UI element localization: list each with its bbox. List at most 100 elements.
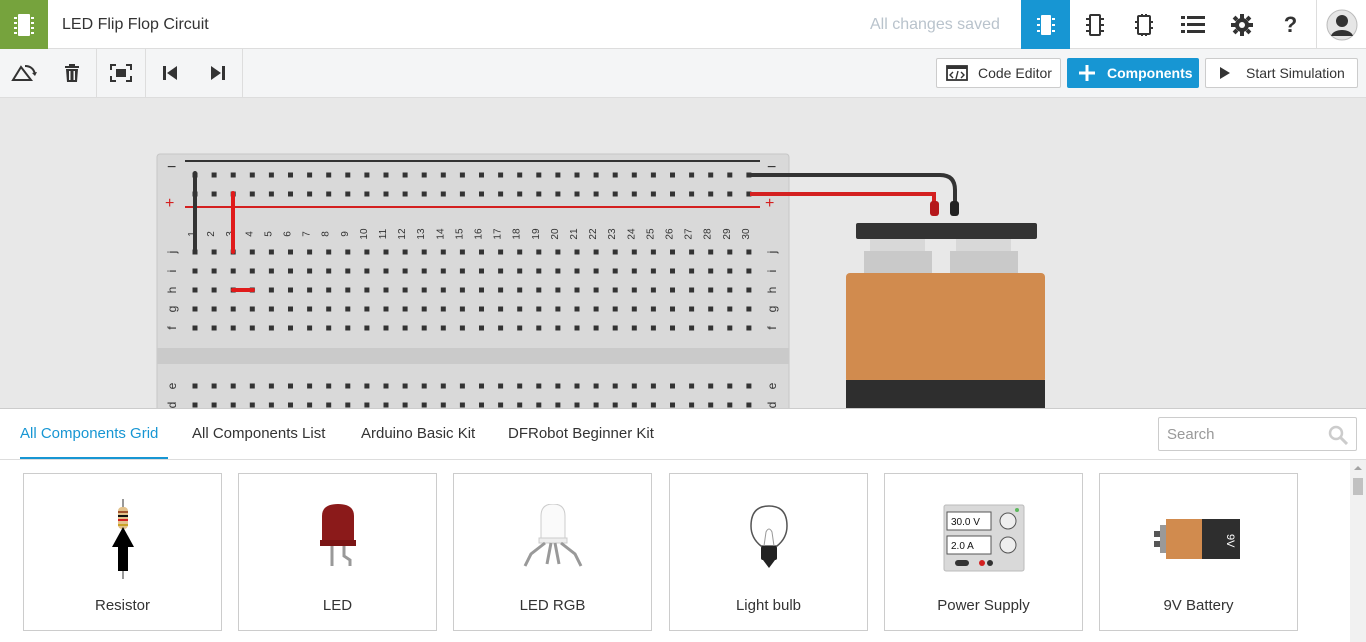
circuit-canvas[interactable]: 1 2 3 4 5 6 7 8 9 10 11 12 13 14 15 16 17 18 19 20 21 22 23 24 2… — [0, 98, 1366, 408]
terminal-hole[interactable] — [268, 268, 274, 274]
terminal-hole[interactable] — [364, 383, 370, 389]
terminal-hole[interactable] — [612, 306, 618, 312]
terminal-hole[interactable] — [727, 287, 733, 293]
minus-rail-hole[interactable] — [536, 172, 542, 178]
plus-rail-hole[interactable] — [727, 191, 733, 197]
terminal-hole[interactable] — [650, 383, 656, 389]
search-icon[interactable] — [1328, 425, 1348, 445]
terminal-hole[interactable] — [383, 306, 389, 312]
plus-rail-hole[interactable] — [402, 191, 408, 197]
terminal-hole[interactable] — [574, 402, 580, 408]
terminal-hole[interactable] — [593, 268, 599, 274]
terminal-hole[interactable] — [650, 306, 656, 312]
terminal-hole[interactable] — [517, 325, 523, 331]
terminal-hole[interactable] — [727, 306, 733, 312]
minus-rail-hole[interactable] — [421, 172, 427, 178]
terminal-hole[interactable] — [689, 383, 695, 389]
circuit-view-button[interactable] — [1021, 0, 1070, 49]
terminal-hole[interactable] — [268, 306, 274, 312]
terminal-hole[interactable] — [307, 268, 313, 274]
terminal-hole[interactable] — [211, 268, 217, 274]
terminal-hole[interactable] — [708, 383, 714, 389]
panel-scrollbar[interactable] — [1350, 460, 1366, 642]
terminal-hole[interactable] — [230, 268, 236, 274]
terminal-hole[interactable] — [364, 325, 370, 331]
plus-rail-hole[interactable] — [555, 191, 561, 197]
terminal-hole[interactable] — [574, 268, 580, 274]
terminal-hole[interactable] — [192, 306, 198, 312]
terminal-hole[interactable] — [345, 249, 351, 255]
terminal-hole[interactable] — [498, 383, 504, 389]
terminal-hole[interactable] — [307, 325, 313, 331]
terminal-hole[interactable] — [383, 268, 389, 274]
terminal-hole[interactable] — [498, 325, 504, 331]
terminal-hole[interactable] — [383, 287, 389, 293]
terminal-hole[interactable] — [727, 268, 733, 274]
terminal-hole[interactable] — [708, 306, 714, 312]
terminal-hole[interactable] — [440, 306, 446, 312]
terminal-hole[interactable] — [345, 287, 351, 293]
terminal-hole[interactable] — [479, 287, 484, 293]
terminal-hole[interactable] — [459, 306, 465, 312]
terminal-hole[interactable] — [670, 287, 675, 293]
tab-arduino-basic-kit[interactable]: Arduino Basic Kit — [361, 425, 475, 442]
terminal-hole[interactable] — [192, 287, 198, 293]
positive-clip[interactable] — [930, 201, 939, 216]
schematic-view-button[interactable] — [1070, 0, 1119, 49]
terminal-hole[interactable] — [249, 383, 255, 389]
terminal-hole[interactable] — [517, 306, 523, 312]
terminal-hole[interactable] — [440, 325, 446, 331]
component-card-power-supply[interactable]: 30.0 V 2.0 A Power Supply — [884, 473, 1083, 631]
component-card-led[interactable]: LED — [238, 473, 437, 631]
terminal-hole[interactable] — [746, 402, 752, 408]
breadboard[interactable]: 1 2 3 4 5 6 7 8 9 10 11 12 13 14 15 16 17 18 19 20 21 22 23 24 2… — [156, 153, 790, 408]
terminal-hole[interactable] — [479, 268, 484, 274]
terminal-hole[interactable] — [631, 325, 637, 331]
terminal-hole[interactable] — [498, 287, 504, 293]
terminal-hole[interactable] — [650, 402, 656, 408]
terminal-hole[interactable] — [459, 402, 465, 408]
minus-rail-hole[interactable] — [574, 172, 580, 178]
terminal-hole[interactable] — [402, 306, 408, 312]
plus-rail-hole[interactable] — [479, 191, 484, 197]
redo-button[interactable] — [194, 49, 242, 97]
terminal-hole[interactable] — [727, 325, 733, 331]
minus-rail-hole[interactable] — [326, 172, 332, 178]
terminal-hole[interactable] — [459, 268, 465, 274]
terminal-hole[interactable] — [192, 268, 198, 274]
plus-rail-hole[interactable] — [498, 191, 504, 197]
app-logo[interactable] — [0, 0, 48, 49]
minus-rail-hole[interactable] — [670, 172, 675, 178]
terminal-hole[interactable] — [555, 287, 561, 293]
terminal-hole[interactable] — [288, 249, 293, 255]
terminal-hole[interactable] — [459, 287, 465, 293]
terminal-hole[interactable] — [307, 383, 313, 389]
terminal-hole[interactable] — [268, 402, 274, 408]
minus-rail-hole[interactable] — [479, 172, 484, 178]
terminal-hole[interactable] — [517, 383, 523, 389]
terminal-hole[interactable] — [746, 268, 752, 274]
component-card-light-bulb[interactable]: Light bulb — [669, 473, 868, 631]
terminal-hole[interactable] — [479, 249, 484, 255]
terminal-hole[interactable] — [689, 402, 695, 408]
terminal-hole[interactable] — [364, 287, 370, 293]
terminal-hole[interactable] — [211, 325, 217, 331]
terminal-hole[interactable] — [612, 287, 618, 293]
terminal-hole[interactable] — [574, 249, 580, 255]
plus-rail-hole[interactable] — [249, 191, 255, 197]
terminal-hole[interactable] — [498, 249, 504, 255]
plus-rail-hole[interactable] — [574, 191, 580, 197]
terminal-hole[interactable] — [555, 402, 561, 408]
terminal-hole[interactable] — [383, 402, 389, 408]
terminal-hole[interactable] — [249, 249, 255, 255]
terminal-hole[interactable] — [479, 402, 484, 408]
terminal-hole[interactable] — [631, 287, 637, 293]
terminal-hole[interactable] — [498, 402, 504, 408]
terminal-hole[interactable] — [249, 402, 255, 408]
scroll-up-arrow-icon[interactable] — [1350, 462, 1366, 474]
terminal-hole[interactable] — [459, 383, 465, 389]
terminal-hole[interactable] — [288, 268, 293, 274]
terminal-hole[interactable] — [326, 325, 332, 331]
terminal-hole[interactable] — [421, 383, 427, 389]
terminal-hole[interactable] — [307, 249, 313, 255]
